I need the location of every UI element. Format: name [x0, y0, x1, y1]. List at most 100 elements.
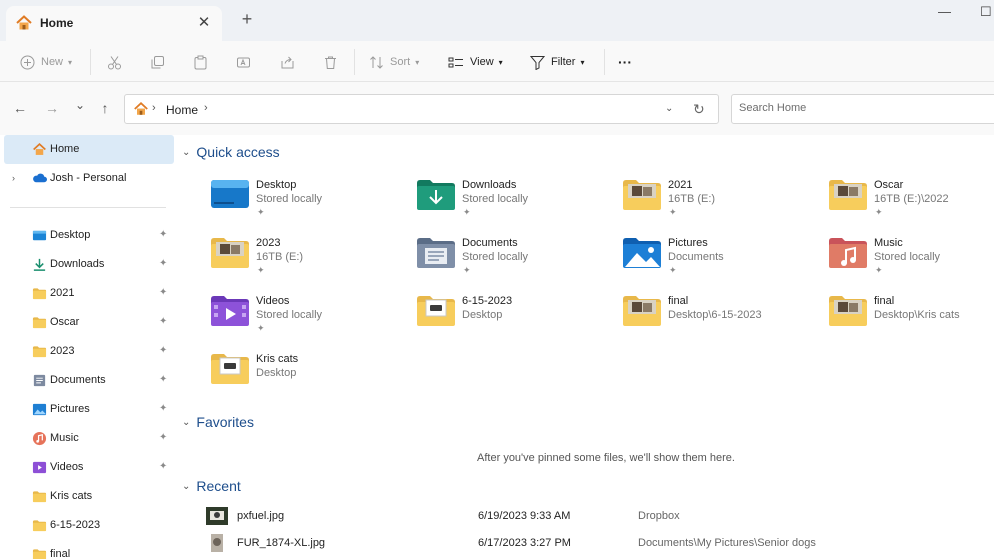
sidebar-item-label: Videos — [50, 461, 84, 473]
collapse-chevron-icon[interactable]: ⌄ — [182, 147, 190, 158]
sidebar-item-oscar[interactable]: Oscar ✦ — [4, 308, 174, 337]
quick-access-item-name: final — [668, 295, 689, 307]
pin-icon[interactable]: ✦ — [159, 374, 167, 385]
pin-icon: ✦ — [257, 323, 265, 333]
new-button[interactable]: New ▾ — [20, 53, 72, 71]
sidebar-item-downloads[interactable]: Downloads ✦ — [4, 250, 174, 279]
quick-access-item[interactable]: 6-15-2023 Desktop — [416, 290, 616, 342]
more-options-button[interactable]: ··· — [618, 53, 632, 71]
rename-button[interactable] — [236, 53, 251, 71]
pin-icon[interactable]: ✦ — [159, 258, 167, 269]
section-quick-access[interactable]: ⌄ Quick access — [182, 144, 280, 160]
recent-locations-button[interactable]: ⌄ — [72, 98, 88, 112]
delete-button[interactable] — [323, 53, 338, 71]
recent-file-row[interactable]: pxfuel.jpg 6/19/2023 9:33 AM Dropbox — [206, 504, 986, 530]
pin-icon[interactable]: ✦ — [159, 432, 167, 443]
address-bar[interactable]: › Home › ⌄ ↻ — [124, 94, 719, 124]
minimize-button[interactable]: — — [938, 4, 951, 19]
sidebar-item-music[interactable]: Music ✦ — [4, 424, 174, 453]
pin-icon[interactable]: ✦ — [159, 229, 167, 240]
quick-access-item[interactable]: 2021 16TB (E:) ✦ — [622, 174, 822, 226]
pin-icon[interactable]: ✦ — [159, 461, 167, 472]
recent-file-row[interactable]: FUR_1874-XL.jpg 6/17/2023 3:27 PM Document… — [206, 531, 986, 557]
quick-access-item[interactable]: Oscar 16TB (E:)\2022 ✦ — [828, 174, 994, 226]
section-title: Favorites — [196, 414, 254, 430]
forward-button[interactable]: → — [44, 100, 60, 116]
section-recent[interactable]: ⌄ Recent — [182, 478, 241, 494]
quick-access-item[interactable]: 2023 16TB (E:) ✦ — [210, 232, 410, 284]
quick-access-item[interactable]: Pictures Documents ✦ — [622, 232, 822, 284]
section-favorites[interactable]: ⌄ Favorites — [182, 414, 254, 430]
address-dropdown-icon[interactable]: ⌄ — [665, 103, 673, 114]
documents-folder-icon — [416, 234, 456, 270]
recent-file-name: pxfuel.jpg — [237, 510, 285, 522]
search-box[interactable] — [731, 94, 994, 124]
breadcrumb-separator[interactable]: › — [204, 102, 208, 114]
cut-button[interactable] — [107, 53, 122, 71]
quick-access-item-location: Desktop\Kris cats — [874, 309, 960, 321]
quick-access-item[interactable]: final Desktop\Kris cats — [828, 290, 994, 342]
quick-access-item[interactable]: Videos Stored locally ✦ — [210, 290, 410, 342]
up-button[interactable]: ↑ — [97, 100, 113, 116]
quick-access-item[interactable]: Documents Stored locally ✦ — [416, 232, 616, 284]
copy-button[interactable] — [150, 53, 165, 71]
paste-button[interactable] — [193, 53, 208, 71]
close-tab-icon[interactable]: ✕ — [196, 13, 212, 31]
collapse-chevron-icon[interactable]: ⌄ — [182, 417, 190, 428]
copy-icon — [151, 55, 164, 68]
quick-access-item-name: 2023 — [256, 237, 281, 249]
sidebar-item-2021[interactable]: 2021 ✦ — [4, 279, 174, 308]
view-button[interactable]: View ▾ — [448, 53, 503, 71]
recent-file-name: FUR_1874-XL.jpg — [237, 537, 326, 549]
paste-icon — [194, 55, 207, 69]
breadcrumb-home[interactable]: Home — [166, 103, 198, 117]
refresh-button[interactable]: ↻ — [693, 101, 705, 118]
sidebar-item-videos[interactable]: Videos ✦ — [4, 453, 174, 482]
sidebar-item-kris-cats[interactable]: Kris cats — [4, 482, 174, 511]
photo-folder-icon — [622, 176, 662, 212]
collapse-chevron-icon[interactable]: ⌄ — [182, 481, 190, 492]
sidebar-item-2023[interactable]: 2023 ✦ — [4, 337, 174, 366]
folder-icon — [32, 344, 47, 359]
sidebar-item-desktop[interactable]: Desktop ✦ — [4, 221, 174, 250]
pin-icon[interactable]: ✦ — [159, 287, 167, 298]
sidebar-item-6-15-2023[interactable]: 6-15-2023 — [4, 511, 174, 540]
pictures-folder-icon — [622, 234, 662, 270]
maximize-button[interactable]: ☐ — [980, 4, 992, 20]
new-tab-button[interactable]: + — [238, 9, 256, 30]
pin-icon[interactable]: ✦ — [159, 403, 167, 414]
quick-access-item[interactable]: Kris cats Desktop — [210, 348, 410, 400]
search-input[interactable] — [739, 102, 979, 114]
sidebar-item-pictures[interactable]: Pictures ✦ — [4, 395, 174, 424]
navigation-bar: ← → ⌄ ↑ › Home › ⌄ ↻ — [0, 82, 994, 135]
documents-icon — [32, 373, 47, 388]
filter-button[interactable]: Filter ▾ — [530, 53, 584, 71]
section-title: Recent — [196, 478, 241, 494]
quick-access-item-location: Documents — [668, 251, 724, 263]
quick-access-item[interactable]: Downloads Stored locally ✦ — [416, 174, 616, 226]
sidebar-item-onedrive[interactable]: › Josh - Personal — [4, 164, 174, 193]
breadcrumb-separator[interactable]: › — [152, 102, 156, 114]
pin-icon[interactable]: ✦ — [159, 345, 167, 356]
sidebar-item-label: Desktop — [50, 229, 91, 241]
quick-access-item[interactable]: final Desktop\6-15-2023 — [622, 290, 822, 342]
sort-button[interactable]: Sort ▾ — [369, 53, 419, 71]
new-label: New — [41, 56, 64, 68]
back-button[interactable]: ← — [12, 100, 28, 116]
recent-file-date: 6/17/2023 3:27 PM — [478, 537, 571, 549]
cloud-icon — [33, 173, 47, 183]
quick-access-item[interactable]: Music Stored locally ✦ — [828, 232, 994, 284]
pin-icon[interactable]: ✦ — [159, 316, 167, 327]
quick-access-item-name: 2021 — [668, 179, 693, 191]
view-icon — [448, 57, 463, 67]
quick-access-item[interactable]: Desktop Stored locally ✦ — [210, 174, 410, 226]
expand-chevron-icon[interactable]: › — [12, 173, 15, 183]
quick-access-item-name: Kris cats — [256, 353, 299, 365]
share-button[interactable] — [280, 53, 295, 71]
sidebar-item-final[interactable]: final — [4, 540, 174, 559]
quick-access-item-location: Stored locally — [256, 193, 323, 205]
folder-icon — [32, 489, 47, 504]
tab-home[interactable]: Home ✕ — [6, 6, 222, 41]
sidebar-item-documents[interactable]: Documents ✦ — [4, 366, 174, 395]
sidebar-item-home[interactable]: Home — [4, 135, 174, 164]
